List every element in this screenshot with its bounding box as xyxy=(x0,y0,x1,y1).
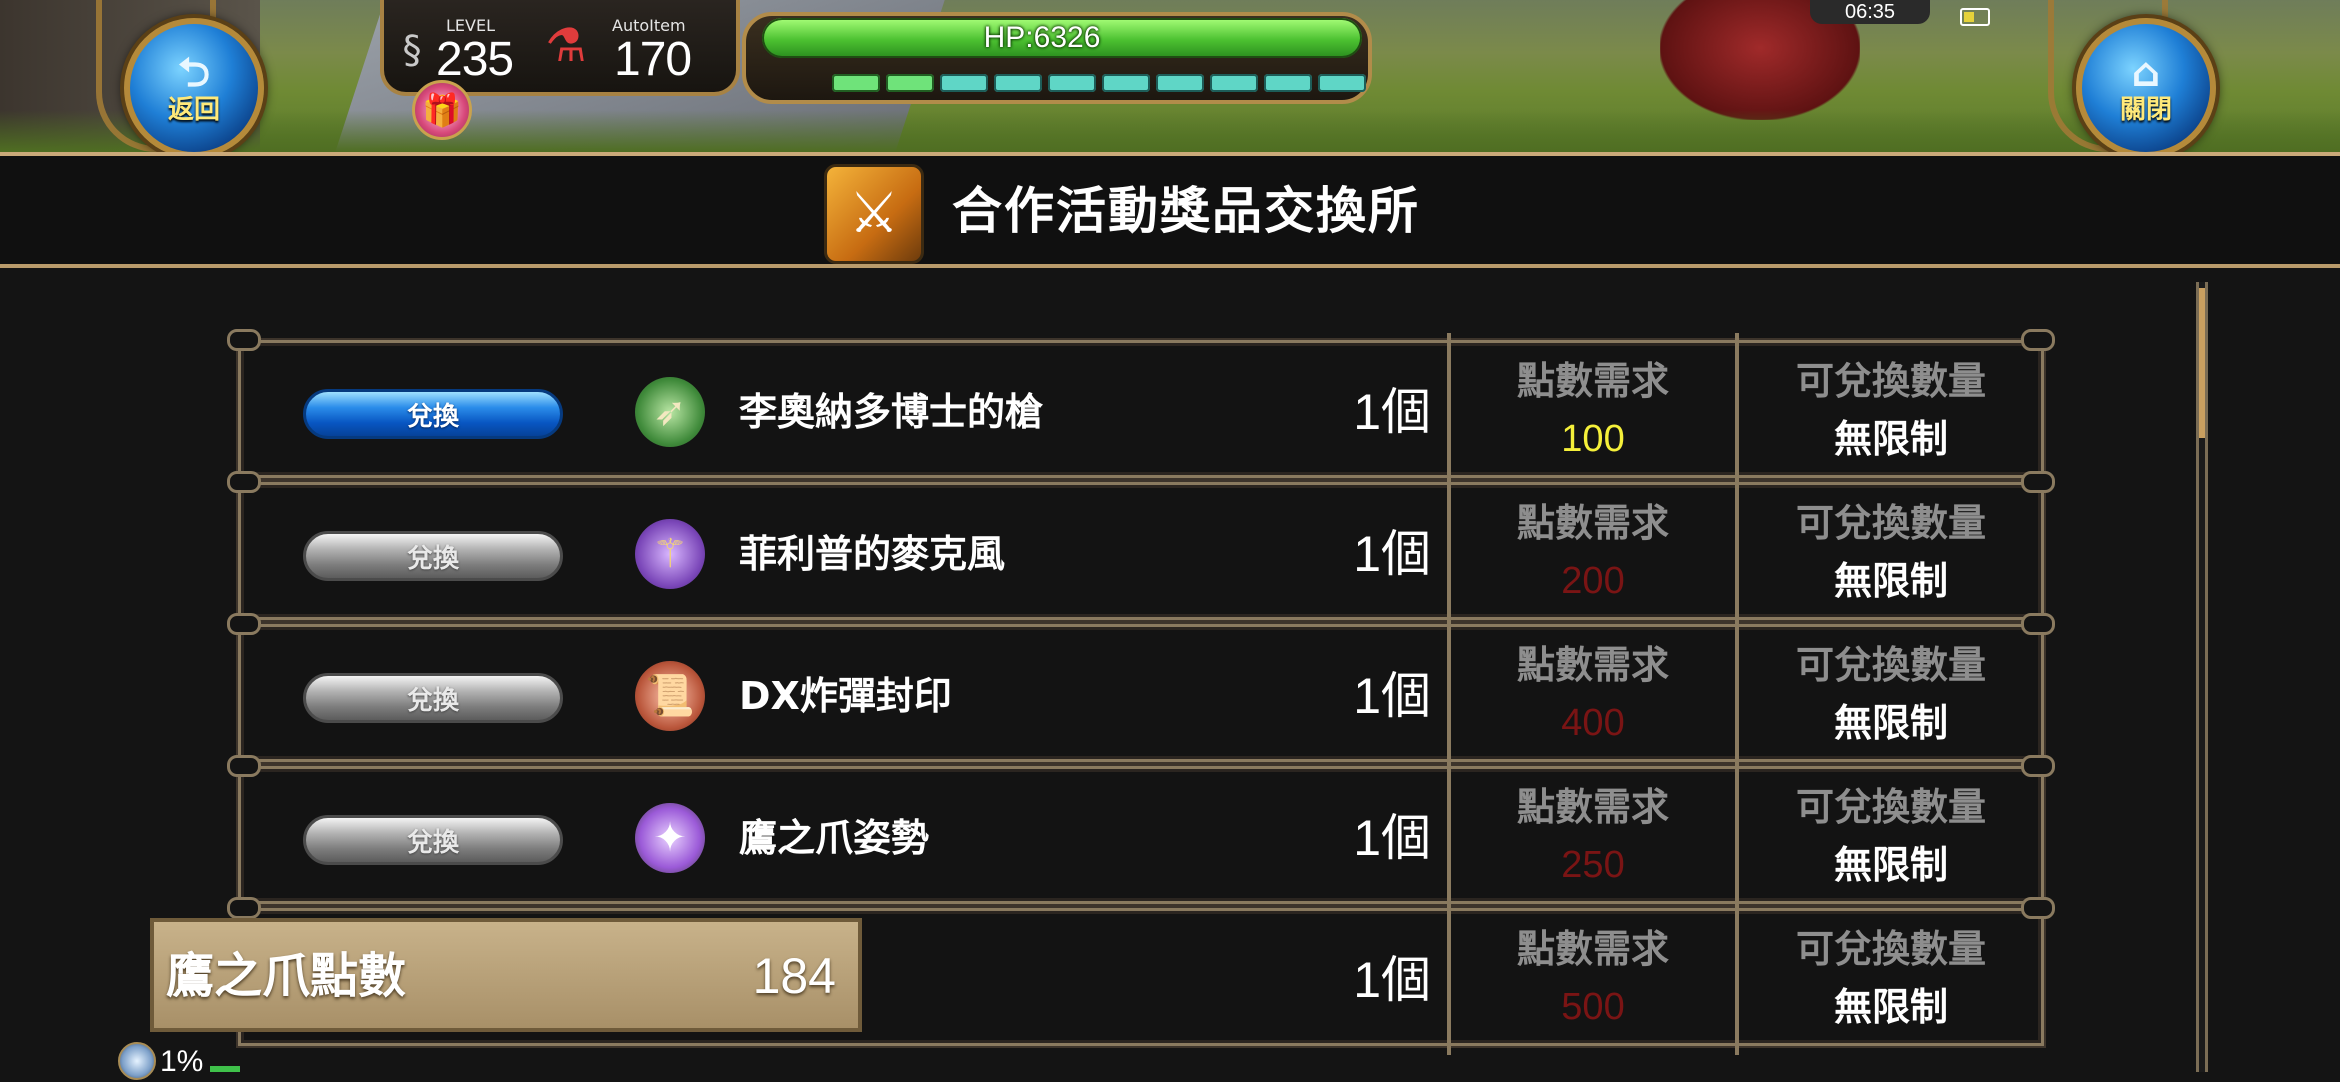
list-item: 兌換 ⚚ 菲利普的麥克風 1個 點數需求 200 可兌換數量 無限制 xyxy=(227,471,2055,629)
item-name: 菲利普的麥克風 xyxy=(739,532,1006,576)
column-divider xyxy=(1447,617,1451,771)
column-divider xyxy=(1735,617,1739,771)
sp-segment xyxy=(1210,74,1258,92)
sp-bar xyxy=(832,74,1366,94)
sp-segment xyxy=(1156,74,1204,92)
frame-corner xyxy=(2021,329,2055,351)
close-button-label: 關閉 xyxy=(2119,95,2172,125)
exchange-limit-header: 可兌換數量 xyxy=(1795,927,1986,971)
exp-orb-icon xyxy=(118,1042,156,1080)
points-required-header: 點數需求 xyxy=(1516,643,1669,687)
column-divider xyxy=(1447,901,1451,1055)
item-name: 李奧納多博士的槍 xyxy=(739,390,1044,434)
close-button[interactable]: ⌂ 關閉 xyxy=(2076,18,2216,158)
sp-segment xyxy=(1264,74,1312,92)
column-divider xyxy=(1447,333,1451,487)
points-required-value: 400 xyxy=(1561,702,1625,744)
frame-corner xyxy=(227,329,261,351)
frame-corner xyxy=(2021,613,2055,635)
scrollbar-thumb[interactable] xyxy=(2199,288,2205,438)
exchange-limit-value: 無限制 xyxy=(1833,701,1948,745)
sp-segment xyxy=(1102,74,1150,92)
exchange-button[interactable]: 兌換 xyxy=(303,389,563,439)
exp-percent: 1% xyxy=(160,1045,204,1078)
points-required-value: 100 xyxy=(1561,418,1625,460)
frame-corner xyxy=(227,755,261,777)
level-value: 235 xyxy=(436,33,514,86)
points-required-value: 250 xyxy=(1561,844,1625,886)
clock: 06:35 xyxy=(1810,0,1930,24)
item-name: 鷹之爪姿勢 xyxy=(739,816,930,860)
exchange-limit-value: 無限制 xyxy=(1833,417,1948,461)
potion-icon: ⚗ xyxy=(545,18,587,72)
frame-corner xyxy=(227,471,261,493)
points-required-header: 點數需求 xyxy=(1516,501,1669,545)
battery-icon xyxy=(1960,8,1990,26)
points-required-header: 點數需求 xyxy=(1516,927,1669,971)
points-required-header: 點數需求 xyxy=(1516,785,1669,829)
crossbow-icon: ➶ xyxy=(635,377,705,447)
exchange-button[interactable]: 兌換 xyxy=(303,531,563,581)
page-title: 合作活動獎品交換所 xyxy=(952,182,1420,240)
autoitem-value: 170 xyxy=(614,33,692,86)
list-item: 兌換 ➶ 李奧納多博士的槍 1個 點數需求 100 可兌換數量 無限制 xyxy=(227,329,2055,487)
frame-corner xyxy=(2021,471,2055,493)
points-label: 鷹之爪點數 xyxy=(166,948,407,1004)
pose-icon: ✦ xyxy=(635,803,705,873)
exchange-limit-header: 可兌換數量 xyxy=(1795,501,1986,545)
sp-segment xyxy=(1048,74,1096,92)
sp-segment xyxy=(1318,74,1366,92)
exchange-limit-value: 無限制 xyxy=(1833,985,1948,1029)
exchange-limit-value: 無限制 xyxy=(1833,559,1948,603)
frame-corner xyxy=(227,897,261,919)
scene-grass xyxy=(0,110,2340,152)
sp-segment xyxy=(940,74,988,92)
exchange-shop-icon: ⚔ xyxy=(824,164,924,264)
exchange-button[interactable]: 兌換 xyxy=(303,815,563,865)
exchange-button[interactable]: 兌換 xyxy=(303,673,563,723)
exchange-limit-header: 可兌換數量 xyxy=(1795,785,1986,829)
list-item: 兌換 📜 DX炸彈封印 1個 點數需求 400 可兌換數量 無限制 xyxy=(227,613,2055,771)
back-button-label: 返回 xyxy=(167,95,220,125)
scroll-icon: 📜 xyxy=(635,661,705,731)
back-button[interactable]: ⮌ 返回 xyxy=(124,18,264,158)
item-quantity: 1個 xyxy=(1353,810,1431,866)
column-divider xyxy=(1447,475,1451,629)
home-icon: ⌂ xyxy=(2131,50,2161,96)
staff-icon: ⚚ xyxy=(635,519,705,589)
item-quantity: 1個 xyxy=(1353,384,1431,440)
exp-bar xyxy=(210,1066,240,1072)
sp-segment xyxy=(832,74,880,92)
frame-corner xyxy=(227,613,261,635)
column-divider xyxy=(1735,759,1739,913)
exchange-limit-value: 無限制 xyxy=(1833,843,1948,887)
item-quantity: 1個 xyxy=(1353,952,1431,1008)
gift-icon[interactable]: 🎁 xyxy=(412,80,472,140)
list-item: 兌換 ✦ 鷹之爪姿勢 1個 點數需求 250 可兌換數量 無限制 xyxy=(227,755,2055,913)
hp-text: HP:6326 xyxy=(983,21,1101,54)
back-arrow-icon: ⮌ xyxy=(177,50,211,96)
exchange-limit-header: 可兌換數量 xyxy=(1795,359,1986,403)
item-quantity: 1個 xyxy=(1353,668,1431,724)
points-required-header: 點數需求 xyxy=(1516,359,1669,403)
item-quantity: 1個 xyxy=(1353,526,1431,582)
sp-segment xyxy=(886,74,934,92)
column-divider xyxy=(1735,475,1739,629)
points-required-value: 500 xyxy=(1561,986,1625,1028)
frame-corner xyxy=(2021,897,2055,919)
level-swirl-icon: § xyxy=(402,28,422,72)
column-divider xyxy=(1735,333,1739,487)
column-divider xyxy=(1735,901,1739,1055)
frame-corner xyxy=(2021,755,2055,777)
exchange-limit-header: 可兌換數量 xyxy=(1795,643,1986,687)
points-required-value: 200 xyxy=(1561,560,1625,602)
points-value: 184 xyxy=(752,948,836,1004)
column-divider xyxy=(1447,759,1451,913)
points-balance-box: 鷹之爪點數 184 xyxy=(150,918,862,1032)
sp-segment xyxy=(994,74,1042,92)
item-name: DX炸彈封印 xyxy=(739,674,952,718)
